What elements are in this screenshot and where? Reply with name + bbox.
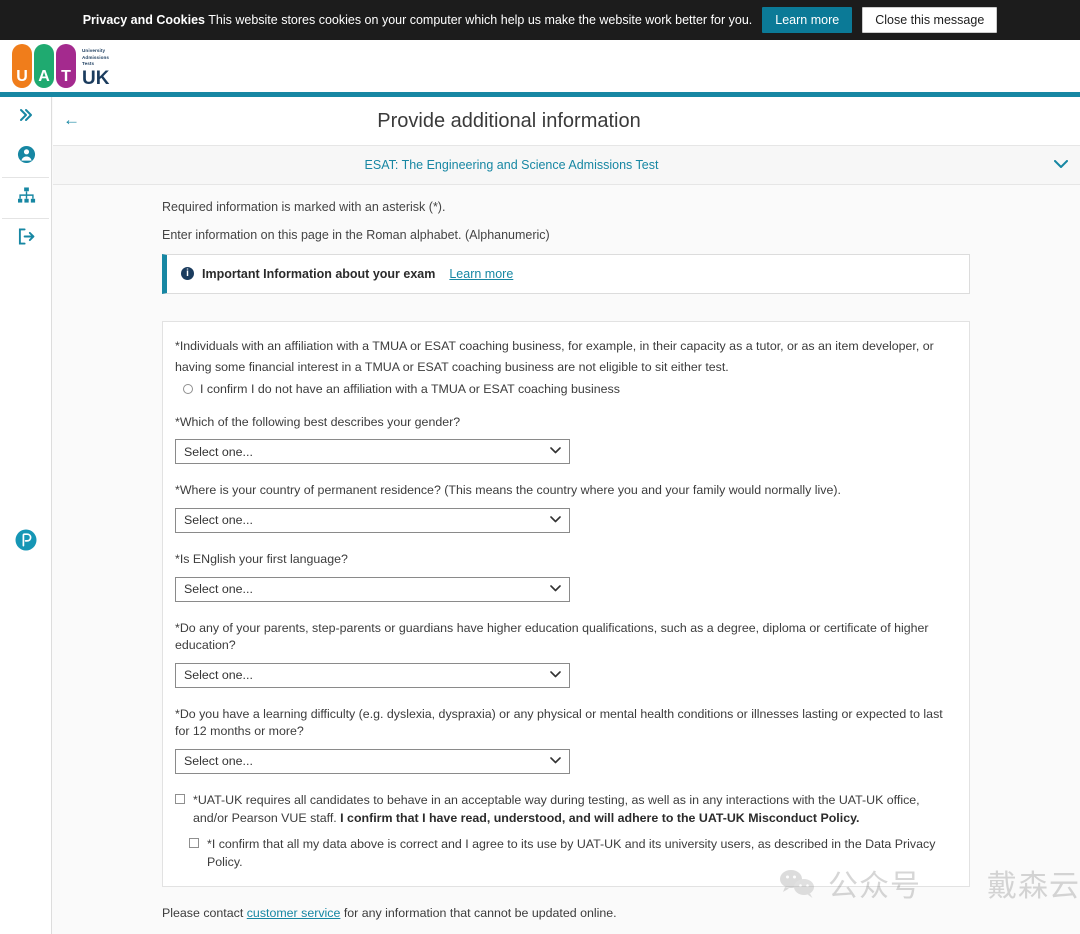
residence-select[interactable]: Select one...: [175, 507, 570, 533]
affiliation-radio-row[interactable]: I confirm I do not have an affiliation w…: [183, 382, 957, 396]
affiliation-statement-line2: having some financial interest in a TMUA…: [175, 360, 729, 375]
chevron-double-right-icon: [18, 107, 34, 128]
required-note: Required information is marked with an a…: [162, 200, 446, 214]
disability-question: *Do you have a learning difficulty (e.g.…: [175, 706, 957, 774]
info-banner-title: Important Information about your exam: [202, 266, 436, 281]
parent-education-question-label: *Do any of your parents, step-parents or…: [175, 620, 929, 653]
sidebar-item-account[interactable]: [0, 137, 52, 177]
residence-question-label: *Where is your country of permanent resi…: [175, 483, 841, 498]
cookie-body: This website stores cookies on your comp…: [208, 12, 753, 27]
residence-select-value: Select one...: [184, 513, 253, 528]
data-privacy-checkbox[interactable]: [189, 837, 199, 848]
pearson-logo[interactable]: [0, 525, 52, 559]
page-title: Provide additional information: [377, 109, 641, 132]
chevron-down-icon: [550, 670, 561, 681]
chevron-down-icon: [550, 446, 561, 457]
residence-question: *Where is your country of permanent resi…: [175, 482, 957, 533]
brand-header: U A T University Admissions Tests UK: [0, 40, 1080, 92]
cookie-close-button[interactable]: Close this message: [862, 7, 998, 33]
contact-prefix: Please contact: [162, 905, 247, 920]
parent-education-select[interactable]: Select one...: [175, 662, 570, 688]
page-header: ← Provide additional information: [53, 97, 1080, 145]
sidebar-item-sign-out[interactable]: [0, 219, 52, 259]
gender-select-value: Select one...: [184, 444, 253, 459]
misconduct-text-bold: I confirm that I have read, understood, …: [340, 810, 860, 825]
disability-select[interactable]: Select one...: [175, 748, 570, 774]
chevron-down-icon[interactable]: [1054, 157, 1068, 171]
misconduct-checkbox[interactable]: [175, 793, 185, 804]
chevron-down-icon: [550, 515, 561, 526]
person-icon: [17, 145, 36, 169]
parent-education-question: *Do any of your parents, step-parents or…: [175, 620, 957, 688]
disability-select-value: Select one...: [184, 754, 253, 769]
cookie-title: Privacy and Cookies: [82, 12, 205, 27]
cookie-learn-more-button[interactable]: Learn more: [762, 7, 853, 33]
logout-icon: [17, 228, 36, 250]
alphabet-note: Enter information on this page in the Ro…: [162, 228, 550, 243]
sidebar: [0, 97, 52, 934]
info-banner-learn-more-link[interactable]: Learn more: [449, 267, 513, 281]
cookie-message: Privacy and Cookies This website stores …: [83, 13, 753, 28]
logo-wordmark: University Admissions Tests UK: [82, 48, 109, 88]
important-info-banner: i Important Information about your exam …: [162, 253, 970, 294]
form-body: Required information is marked with an a…: [53, 185, 1080, 934]
chevron-down-icon: [550, 756, 561, 767]
affiliation-radio-label: I confirm I do not have an affiliation w…: [200, 381, 620, 396]
pearson-logo-icon: [15, 529, 37, 556]
data-privacy-checkbox-row[interactable]: *I confirm that all my data above is cor…: [189, 836, 957, 872]
affiliation-statement-line1: *Individuals with an affiliation with a …: [175, 338, 934, 353]
contact-suffix: for any information that cannot be updat…: [340, 905, 617, 920]
logo-subtitle-line3: Tests: [82, 60, 95, 66]
main-canvas: ← Provide additional information ESAT: T…: [53, 97, 1080, 934]
data-privacy-checkbox-label: *I confirm that all my data above is cor…: [207, 836, 936, 869]
gender-question-label: *Which of the following best describes y…: [175, 414, 461, 429]
sidebar-item-expand[interactable]: [0, 97, 52, 137]
sitemap-icon: [17, 187, 36, 209]
english-select-value: Select one...: [184, 582, 253, 597]
questions-card: *Individuals with an affiliation with a …: [162, 320, 970, 887]
logo-country: UK: [82, 68, 110, 89]
uat-uk-logo[interactable]: U A T University Admissions Tests UK: [12, 44, 109, 88]
parent-education-select-value: Select one...: [184, 668, 253, 683]
cookie-consent-bar: Privacy and Cookies This website stores …: [0, 0, 1080, 40]
chevron-down-icon: [550, 584, 561, 595]
english-select[interactable]: Select one...: [175, 576, 570, 602]
exam-accordion-header[interactable]: ESAT: The Engineering and Science Admiss…: [53, 145, 1080, 185]
gender-select[interactable]: Select one...: [175, 439, 570, 465]
arrow-left-icon[interactable]: ←: [63, 111, 80, 128]
misconduct-checkbox-row[interactable]: *UAT-UK requires all candidates to behav…: [175, 792, 957, 828]
misconduct-checkbox-label: *UAT-UK requires all candidates to behav…: [193, 792, 957, 828]
logo-pill-u: U: [12, 44, 32, 88]
english-question-label: *Is ENglish your first language?: [175, 551, 348, 566]
logo-pill-a: A: [34, 44, 54, 88]
affiliation-radio[interactable]: [183, 383, 193, 394]
logo-subtitle-line2: Admissions: [82, 54, 110, 60]
customer-service-link[interactable]: customer service: [247, 906, 341, 920]
logo-pill-t: T: [56, 44, 76, 88]
info-icon: i: [181, 267, 194, 280]
disability-question-label: *Do you have a learning difficulty (e.g.…: [175, 706, 943, 739]
sidebar-item-org-chart[interactable]: [0, 178, 52, 218]
page-root: Privacy and Cookies This website stores …: [0, 0, 1080, 934]
english-question: *Is ENglish your first language? Select …: [175, 551, 957, 602]
exam-accordion-label: ESAT: The Engineering and Science Admiss…: [364, 158, 659, 172]
gender-question: *Which of the following best describes y…: [175, 414, 957, 465]
affiliation-question: *Individuals with an affiliation with a …: [175, 338, 957, 396]
contact-note: Please contact customer service for any …: [162, 906, 1080, 920]
